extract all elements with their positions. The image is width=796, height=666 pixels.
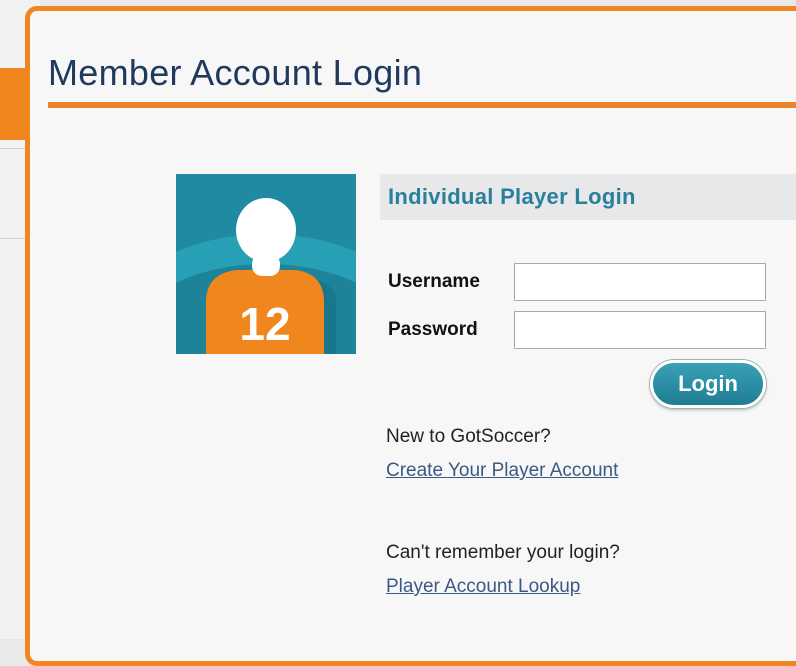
- page-title: Member Account Login: [48, 52, 423, 93]
- create-account-link[interactable]: Create Your Player Account: [386, 460, 618, 482]
- title-divider: [48, 102, 796, 108]
- password-input[interactable]: [514, 311, 766, 349]
- player-silhouette-icon: 12: [176, 174, 356, 354]
- username-input[interactable]: [514, 263, 766, 301]
- account-lookup-link[interactable]: Player Account Lookup: [386, 576, 580, 598]
- section-header: Individual Player Login: [380, 174, 796, 220]
- password-label: Password: [388, 319, 478, 340]
- section-title: Individual Player Login: [388, 184, 636, 209]
- login-button[interactable]: Login: [650, 360, 766, 408]
- jersey-number: 12: [239, 298, 290, 350]
- recovery-prompt: Can't remember your login?: [386, 542, 620, 563]
- signup-prompt: New to GotSoccer?: [386, 426, 551, 447]
- username-label: Username: [388, 271, 480, 292]
- player-avatar: 12: [176, 174, 356, 354]
